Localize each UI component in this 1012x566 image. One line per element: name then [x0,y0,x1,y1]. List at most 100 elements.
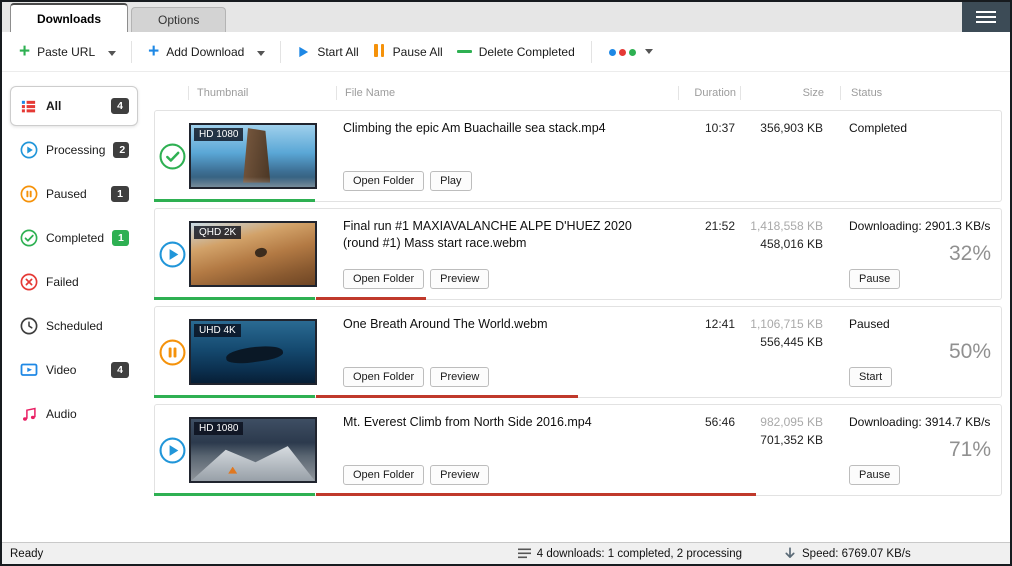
file-name: Mt. Everest Climb from North Side 2016.m… [343,414,667,431]
status-text: Downloading: 2901.3 KB/s [849,219,990,233]
preview-button[interactable]: Preview [430,367,489,387]
sidebar-item-label: Audio [46,407,129,421]
start-all-button[interactable]: Start All [290,39,365,65]
open-folder-button[interactable]: Open Folder [343,367,424,387]
progress-bar [154,297,315,300]
sidebar-item-video[interactable]: Video 4 [10,350,138,390]
quality-badge: UHD 4K [194,324,241,337]
header-size: Size [740,86,840,100]
toolbar: + Paste URL + Add Download Start All Pau… [2,32,1010,72]
add-download-dropdown[interactable] [251,38,271,65]
quality-badge: QHD 2K [194,226,241,239]
sidebar-item-label: Failed [46,275,129,289]
count-badge: 4 [111,362,129,378]
status-text: Paused [849,317,890,331]
sidebar-item-label: Processing [46,143,105,157]
progress-bar-secondary [316,395,578,398]
tab-options-label: Options [158,13,199,27]
pause-icon [373,44,386,60]
video-icon [19,361,38,380]
scheduled-icon [19,317,38,336]
open-folder-button[interactable]: Open Folder [343,171,424,191]
open-folder-button[interactable]: Open Folder [343,465,424,485]
video-thumbnail[interactable]: QHD 2K [189,221,317,287]
sidebar: All 4 Processing 2 Paused 1 [2,72,144,542]
size-total: 982,095 KB [739,415,823,429]
progress-bar-secondary [316,297,426,300]
download-row-3[interactable]: UHD 4K One Breath Around The World.webm … [154,306,1002,398]
delete-completed-button[interactable]: Delete Completed [450,39,582,65]
plus-icon: + [19,45,30,58]
paused-icon [19,185,38,204]
pause-button[interactable]: Pause [849,465,900,485]
play-button[interactable]: Play [430,171,471,191]
sidebar-item-all[interactable]: All 4 [10,86,138,126]
completed-status-icon [159,143,186,170]
sidebar-item-processing[interactable]: Processing 2 [10,130,138,170]
downloading-status-icon [159,437,186,464]
status-ready-text: Ready [10,548,518,560]
list-icon [518,548,531,559]
progress-bar-secondary [316,493,756,496]
download-arrow-icon [784,547,796,560]
hamburger-menu-button[interactable] [962,2,1010,32]
header-file-name: File Name [336,86,678,100]
preview-button[interactable]: Preview [430,465,489,485]
video-thumbnail[interactable]: HD 1080 [189,417,317,483]
tab-downloads[interactable]: Downloads [10,3,128,32]
sidebar-item-audio[interactable]: Audio [10,394,138,434]
downloads-summary-text: 4 downloads: 1 completed, 2 processing [537,548,742,560]
sidebar-item-paused[interactable]: Paused 1 [10,174,138,214]
progress-bar [154,493,315,496]
sidebar-item-failed[interactable]: Failed [10,262,138,302]
download-row-2[interactable]: QHD 2K Final run #1 MAXIAVALANCHE ALPE D… [154,208,1002,300]
chevron-down-icon [257,51,265,56]
download-row-1[interactable]: HD 1080 Climbing the epic Am Buachaille … [154,110,1002,202]
dots-menu-icon [608,45,638,59]
video-thumbnail[interactable]: UHD 4K [189,319,317,385]
paused-status-icon [159,339,186,366]
tab-downloads-label: Downloads [37,12,101,26]
open-folder-button[interactable]: Open Folder [343,269,424,289]
start-all-label: Start All [317,45,358,59]
size-downloaded: 556,445 KB [739,335,823,349]
add-download-button[interactable]: + Add Download [141,39,251,65]
size-downloaded: 701,352 KB [739,433,823,447]
count-badge: 2 [113,142,129,158]
downloads-list: Thumbnail File Name Duration Size Status… [144,72,1010,542]
sidebar-item-completed[interactable]: Completed 1 [10,218,138,258]
start-button[interactable]: Start [849,367,892,387]
paste-url-button[interactable]: + Paste URL [12,39,102,65]
audio-icon [19,405,38,424]
toolbar-separator [131,41,132,63]
pause-button[interactable]: Pause [849,269,900,289]
sidebar-item-label: Scheduled [46,319,129,333]
progress-percent: 32% [949,242,991,266]
size-total: 1,106,715 KB [739,317,823,331]
paste-url-dropdown[interactable] [102,38,122,65]
video-thumbnail[interactable]: HD 1080 [189,123,317,189]
download-row-4[interactable]: HD 1080 Mt. Everest Climb from North Sid… [154,404,1002,496]
tab-options[interactable]: Options [131,7,226,32]
rows-container: HD 1080 Climbing the epic Am Buachaille … [154,110,1002,542]
sidebar-item-scheduled[interactable]: Scheduled [10,306,138,346]
file-name: One Breath Around The World.webm [343,316,667,333]
pause-all-button[interactable]: Pause All [366,38,450,66]
size-total: 1,418,558 KB [739,219,823,233]
duration-value: 21:52 [677,209,739,299]
hamburger-icon [976,11,996,13]
preview-button[interactable]: Preview [430,269,489,289]
duration-value: 56:46 [677,405,739,495]
progress-percent: 50% [949,340,991,364]
add-download-label: Add Download [166,45,244,59]
file-name: Final run #1 MAXIAVALANCHE ALPE D'HUEZ 2… [343,218,667,252]
progress-bar [154,395,315,398]
chevron-down-icon [108,51,116,56]
downloading-status-icon [159,241,186,268]
sidebar-item-label: Completed [46,231,104,245]
progress-percent: 71% [949,438,991,462]
quality-badge: HD 1080 [194,422,243,435]
delete-completed-label: Delete Completed [479,45,575,59]
more-options-button[interactable] [601,39,660,65]
pause-all-label: Pause All [393,45,443,59]
